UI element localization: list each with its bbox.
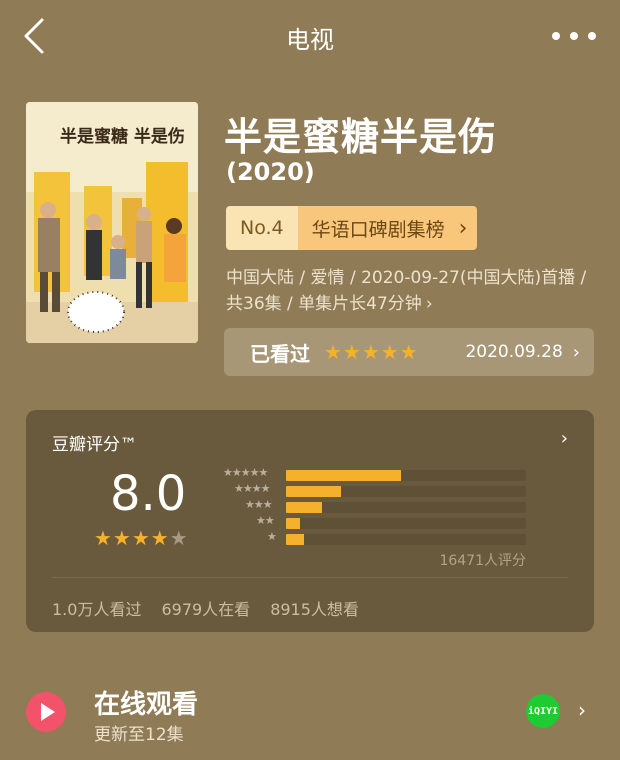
watched-status-bar[interactable]: 已看过 ★★★★★ 2020.09.28 › [224, 328, 594, 376]
chevron-right-icon[interactable]: › [578, 698, 586, 722]
rank-list-label: 华语口碑剧集榜 [311, 218, 445, 241]
show-metadata[interactable]: 中国大陆 / 爱情 / 2020-09-27(中国大陆)首播 / 共36集 / … [226, 265, 596, 317]
chevron-right-icon: › [425, 294, 433, 314]
iqiyi-logo-icon[interactable]: iQIYI [526, 694, 560, 728]
distribution-bar-fill [286, 486, 342, 497]
chevron-right-icon: › [572, 341, 580, 363]
douban-rating-header: 豆瓣评分™ [52, 435, 137, 455]
distribution-star-label: ★★★★ [234, 482, 270, 495]
want-count: 8915人想看 [270, 600, 359, 619]
distribution-star-label: ★ [267, 530, 277, 543]
chevron-right-icon: › [458, 215, 468, 241]
rating-score: 8.0 [110, 466, 187, 522]
watched-label: 已看过 [250, 341, 310, 366]
distribution-bar-track [286, 518, 526, 529]
distribution-bar-track [286, 470, 526, 481]
poster-image[interactable]: 半是蜜糖 半是伤 [26, 102, 198, 343]
divider [52, 577, 568, 578]
page-title: 电视 [286, 26, 334, 54]
more-options-button[interactable] [550, 24, 600, 48]
rating-count: 16471人评分 [439, 553, 526, 569]
distribution-bar-fill [286, 518, 301, 529]
episode-update-status: 更新至12集 [94, 725, 184, 745]
chevron-right-icon[interactable]: › [561, 428, 568, 449]
distribution-bar-fill [286, 534, 304, 545]
distribution-star-label: ★★★★★ [223, 466, 268, 479]
user-rating-stars: ★★★★★ [324, 340, 419, 364]
distribution-bar-track [286, 502, 526, 513]
rank-number: No.4 [226, 206, 298, 250]
distribution-bar-track [286, 534, 526, 545]
empty-stars: ★ [169, 526, 189, 550]
distribution-star-label: ★★★ [245, 498, 273, 511]
show-year: (2020) [226, 158, 315, 186]
filled-stars: ★★★★ [94, 526, 170, 550]
play-icon [41, 703, 55, 721]
top-navigation-bar: 电视 [0, 0, 620, 72]
more-dots-icon [552, 32, 596, 40]
watched-date: 2020.09.28 [465, 342, 563, 362]
play-button[interactable] [26, 692, 66, 732]
metadata-text: 中国大陆 / 爱情 / 2020-09-27(中国大陆)首播 / 共36集 / … [226, 268, 587, 314]
online-watch-section[interactable]: 在线观看 更新至12集 iQIYI › [0, 670, 620, 760]
distribution-star-label: ★★ [256, 514, 275, 527]
rating-stars: ★★★★★ [94, 526, 189, 550]
ranking-badge[interactable]: No.4 华语口碑剧集榜 › [226, 206, 478, 250]
watching-count: 6979人在看 [161, 600, 251, 619]
distribution-bar-fill [286, 502, 322, 513]
watched-count: 1.0万人看过 [52, 600, 142, 619]
rank-list-name: 华语口碑剧集榜 › [297, 206, 478, 250]
show-title: 半是蜜糖半是伤 [224, 115, 498, 159]
douban-rating-card: 豆瓣评分™ › 8.0 ★★★★★ ★★★★★ ★★★★ ★★★ ★★ ★ 16471人… [26, 410, 594, 632]
online-watch-title: 在线观看 [94, 690, 199, 720]
distribution-bar-fill [286, 470, 402, 481]
distribution-bar-track [286, 486, 526, 497]
audience-stats: 1.0万人看过 6979人在看 8915人想看 [52, 596, 359, 620]
poster-title-text: 半是蜜糖 半是伤 [60, 127, 185, 147]
